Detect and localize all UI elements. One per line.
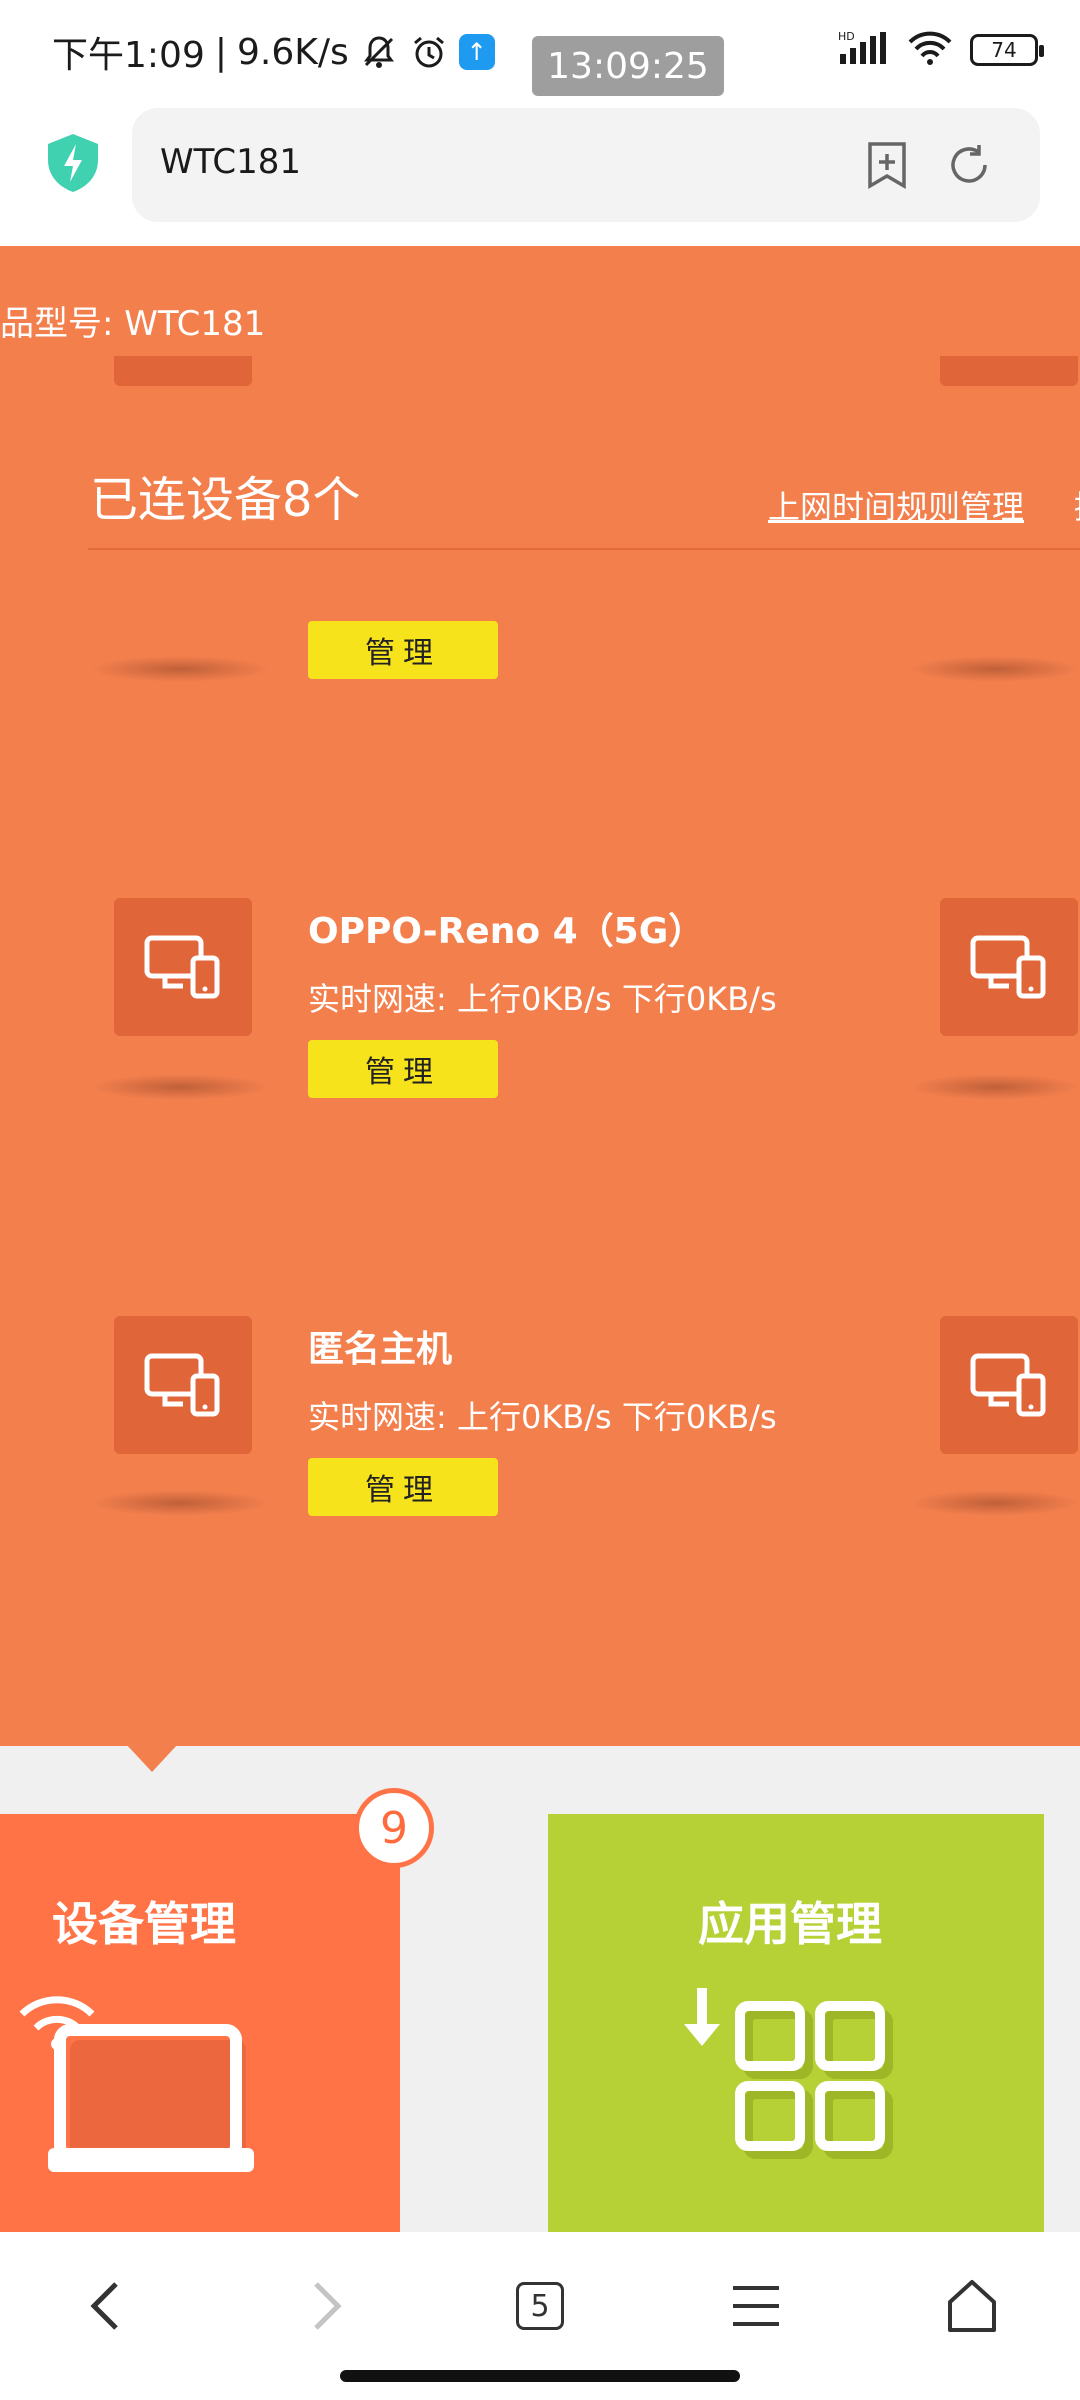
home-button[interactable] — [932, 2266, 1012, 2346]
download-apps-icon — [684, 1988, 893, 2159]
monitor-phone-icon — [970, 935, 1046, 999]
device-manage-title: 设备管理 — [52, 1897, 236, 1951]
battery-icon: 74 — [970, 34, 1044, 66]
clock-overlay: 13:09:25 — [532, 36, 724, 96]
divider — [88, 548, 1080, 550]
connected-devices-panel: 品型号: WTC181 已连设备8个 上网时间规则管理 接 管理 OPPO-Re… — [0, 246, 1080, 1746]
menu-button[interactable] — [716, 2266, 796, 2346]
security-shield-icon[interactable] — [40, 130, 106, 196]
manage-button[interactable]: 管理 — [308, 621, 498, 679]
home-icon — [948, 2280, 996, 2332]
wifi-icon — [906, 30, 954, 70]
section-pointer — [126, 1744, 178, 1772]
device-speed: 实时网速: 上行0KB/s 下行0KB/s — [308, 1398, 777, 1436]
monitor-phone-icon — [144, 935, 220, 999]
network-label: HD — [838, 30, 855, 43]
device-shadow — [910, 1490, 1080, 1516]
status-net-speed: 9.6K/s — [236, 31, 349, 73]
device-icon-right — [940, 1316, 1078, 1454]
device-icon-partial-right — [940, 356, 1078, 386]
connected-devices-count: 已连设备8个 — [90, 472, 361, 528]
menu-icon — [733, 2286, 779, 2326]
device-shadow — [90, 1074, 270, 1100]
refresh-icon[interactable] — [940, 136, 998, 194]
laptop-wifi-icon — [19, 1996, 254, 2172]
device-shadow — [90, 1490, 270, 1516]
time-rules-link[interactable]: 上网时间规则管理 — [768, 482, 1024, 528]
device-name: 匿名主机 — [308, 1329, 453, 1370]
status-time: 下午1:09 — [52, 35, 205, 76]
chevron-left-icon — [90, 2282, 118, 2330]
device-icon-partial — [114, 356, 252, 386]
device-speed: 实时网速: 上行0KB/s 下行0KB/s — [308, 980, 777, 1018]
status-bar: 下午1:09 | 9.6K/s ↑ 13:09:25 HD 74 — [0, 0, 1080, 100]
upload-notification-icon: ↑ — [458, 34, 495, 70]
device-shadow — [910, 656, 1080, 682]
home-indicator[interactable] — [340, 2370, 740, 2382]
address-bar-text[interactable]: WTC181 — [160, 142, 301, 182]
device-shadow — [910, 1074, 1080, 1100]
device-count-badge: 9 — [354, 1788, 434, 1868]
device-name: OPPO-Reno 4（5G） — [308, 911, 705, 952]
device-manage-tile[interactable]: 设备管理 — [0, 1814, 400, 2232]
chevron-right-icon — [314, 2282, 342, 2330]
status-right: HD 74 — [838, 30, 1044, 70]
manage-button[interactable]: 管理 — [308, 1040, 498, 1098]
monitor-phone-icon — [970, 1353, 1046, 1417]
tab-count: 5 — [516, 2282, 564, 2330]
browser-toolbar: WTC181 — [0, 100, 1080, 246]
forward-button[interactable] — [286, 2266, 366, 2346]
device-icon — [114, 1316, 252, 1454]
manage-button[interactable]: 管理 — [308, 1458, 498, 1516]
back-button[interactable] — [66, 2266, 146, 2346]
address-bar[interactable]: WTC181 — [132, 108, 1040, 222]
device-icon — [114, 898, 252, 1036]
bell-muted-icon — [359, 32, 399, 72]
router-model: 品型号: WTC181 — [0, 304, 266, 344]
monitor-phone-icon — [144, 1353, 220, 1417]
app-manage-title: 应用管理 — [698, 1897, 882, 1951]
add-bookmark-icon[interactable] — [858, 136, 916, 194]
device-icon-right — [940, 898, 1078, 1036]
status-left: 下午1:09 | 9.6K/s ↑ — [52, 26, 495, 78]
tabs-button[interactable]: 5 — [500, 2266, 580, 2346]
partial-link[interactable]: 接 — [1074, 482, 1080, 528]
status-separator: | — [214, 31, 227, 73]
signal-icon: HD — [838, 30, 890, 70]
device-shadow — [90, 656, 270, 682]
alarm-clock-icon — [409, 32, 449, 72]
app-manage-tile[interactable]: 应用管理 — [548, 1814, 1044, 2232]
